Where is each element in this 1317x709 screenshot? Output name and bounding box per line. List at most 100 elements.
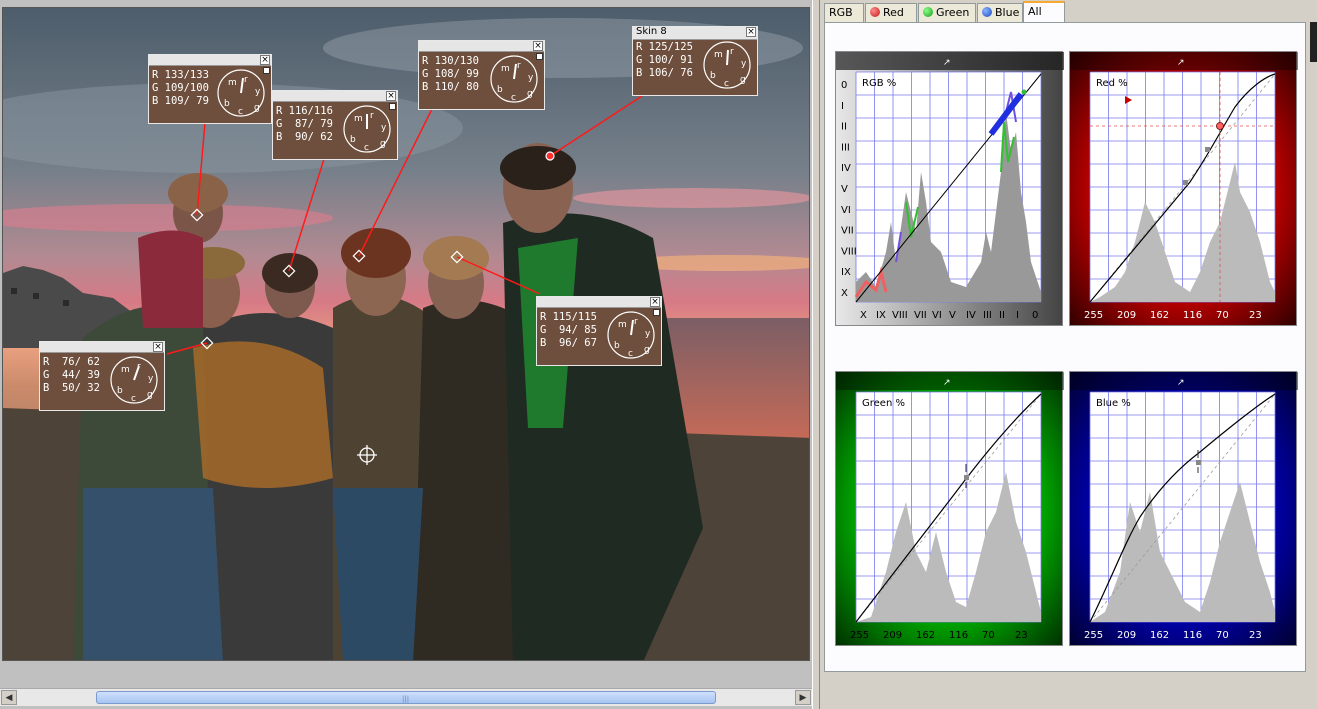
hue-dial-icon: mryg cb xyxy=(343,105,391,153)
roman-tick-label: I xyxy=(841,101,844,112)
tab-red[interactable]: Red xyxy=(865,3,917,23)
svg-text:g: g xyxy=(147,390,153,400)
tab-label: Green xyxy=(936,6,970,19)
green-dot-icon xyxy=(923,7,933,17)
sample-titlebar[interactable]: × xyxy=(40,342,164,353)
svg-text:m: m xyxy=(714,50,723,60)
color-sample-box[interactable]: Skin 8 × R 125/125 G 100/ 91 B 106/ 76 mr… xyxy=(632,26,758,96)
axis-tick-label: 255 xyxy=(1084,310,1103,321)
svg-text:c: c xyxy=(628,349,633,359)
svg-text:r: r xyxy=(517,61,521,71)
svg-text:c: c xyxy=(364,143,369,153)
tab-rgb[interactable]: RGB xyxy=(824,3,864,23)
color-sample-box[interactable]: × R 76/ 62 G 44/ 39 B 50/ 32 mrygcb xyxy=(39,341,165,411)
pin-icon[interactable] xyxy=(653,309,660,316)
color-sample-box[interactable]: × R 133/133 G 109/100 B 109/ 79 mrygcb xyxy=(148,54,272,124)
roman-tick-label: I xyxy=(1016,310,1019,321)
axis-tick-label: 209 xyxy=(883,630,902,641)
sample-blue-value: B 50/ 32 xyxy=(43,382,100,394)
svg-text:r: r xyxy=(634,317,638,327)
svg-text:y: y xyxy=(148,374,154,384)
blue-panel-label: Blue % xyxy=(1096,398,1131,409)
svg-text:c: c xyxy=(511,93,516,103)
roman-tick-label: VIII xyxy=(841,246,857,257)
svg-text:m: m xyxy=(501,64,510,74)
sample-titlebar[interactable]: × xyxy=(537,297,661,308)
red-panel-label: Red % xyxy=(1096,78,1128,89)
tab-all[interactable]: All xyxy=(1023,1,1065,24)
grip-icon: ||| xyxy=(402,695,410,703)
sample-titlebar[interactable]: × xyxy=(419,41,544,52)
svg-text:y: y xyxy=(255,87,261,97)
svg-text:r: r xyxy=(244,75,248,85)
scroll-left-arrow-icon[interactable]: ◀ xyxy=(1,690,17,705)
close-icon[interactable]: × xyxy=(533,41,543,51)
svg-text:↗: ↗ xyxy=(1177,58,1185,68)
svg-text:b: b xyxy=(350,135,356,145)
scroll-right-arrow-icon[interactable]: ▶ xyxy=(795,690,811,705)
tab-label: RGB xyxy=(829,6,853,19)
svg-text:y: y xyxy=(381,123,387,133)
panel-splitter[interactable] xyxy=(812,0,820,709)
sample-titlebar[interactable]: × xyxy=(273,91,397,102)
close-icon[interactable]: × xyxy=(386,91,396,101)
sample-blue-value: B 110/ 80 xyxy=(422,81,479,93)
close-icon[interactable]: × xyxy=(260,55,270,65)
axis-tick-label: 23 xyxy=(1015,630,1028,641)
color-sample-box[interactable]: × R 130/130 G 108/ 99 B 110/ 80 mrygcb xyxy=(418,40,545,110)
sample-titlebar[interactable]: × xyxy=(149,55,271,66)
tab-blue[interactable]: Blue xyxy=(977,3,1023,23)
sample-title: Skin 8 xyxy=(636,26,667,37)
pin-icon[interactable] xyxy=(536,53,543,60)
sample-blue-value: B 96/ 67 xyxy=(540,337,597,349)
hue-dial-icon: mryg cb xyxy=(217,69,265,117)
hue-dial-icon: mryg cb xyxy=(607,311,655,359)
roman-tick-label: III xyxy=(841,142,850,153)
scrollbar-thumb[interactable]: ||| xyxy=(96,691,716,704)
axis-tick-label: 255 xyxy=(1084,630,1103,641)
color-sample-box[interactable]: × R 115/115 G 94/ 85 B 96/ 67 mrygcb xyxy=(536,296,662,366)
roman-tick-label: VII xyxy=(841,226,854,237)
svg-text:↗: ↗ xyxy=(943,58,951,68)
roman-tick-label: VII xyxy=(914,310,927,321)
sample-titlebar[interactable]: Skin 8 × xyxy=(633,26,757,40)
pin-icon[interactable] xyxy=(389,103,396,110)
blue-curve-panel: ↗ Blue % 255 209 162 116 70 23 xyxy=(1069,371,1298,646)
curves-panel: RGB Red Green Blue All ↗ 0 I II III IV V… xyxy=(820,0,1317,709)
red-dot-icon xyxy=(870,7,880,17)
roman-tick-label: 0 xyxy=(841,80,847,91)
svg-text:y: y xyxy=(741,59,747,69)
roman-tick-label: IV xyxy=(841,163,851,174)
roman-tick-label: VIII xyxy=(892,310,908,321)
close-icon[interactable]: × xyxy=(746,27,756,37)
tab-green[interactable]: Green xyxy=(918,3,976,23)
axis-tick-label: 162 xyxy=(916,630,935,641)
svg-text:r: r xyxy=(370,111,374,121)
axis-tick-label: 116 xyxy=(949,630,968,641)
svg-text:g: g xyxy=(380,139,386,149)
roman-tick-label: IX xyxy=(876,310,886,321)
horizontal-scrollbar[interactable]: ◀ ||| ▶ xyxy=(0,688,812,706)
color-sample-box[interactable]: × R 116/116 G 87/ 79 B 90/ 62 mrygcb xyxy=(272,90,398,160)
axis-tick-label: 209 xyxy=(1117,630,1136,641)
sunset-family-photo[interactable] xyxy=(2,7,810,661)
svg-text:b: b xyxy=(497,85,503,95)
axis-tick-label: 209 xyxy=(1117,310,1136,321)
axis-tick-label: 23 xyxy=(1249,630,1262,641)
hue-dial-icon: mryg cb xyxy=(490,55,538,103)
axis-tick-label: 162 xyxy=(1150,630,1169,641)
svg-text:g: g xyxy=(740,75,746,85)
rgb-panel-label: RGB % xyxy=(862,78,896,89)
image-viewport[interactable]: × R 133/133 G 109/100 B 109/ 79 mrygcb ×… xyxy=(0,0,812,709)
axis-tick-label: 116 xyxy=(1183,310,1202,321)
sample-blue-value: B 106/ 76 xyxy=(636,67,693,79)
close-icon[interactable]: × xyxy=(650,297,660,307)
close-icon[interactable]: × xyxy=(153,342,163,352)
green-panel-label: Green % xyxy=(862,398,905,409)
svg-text:b: b xyxy=(710,71,716,81)
pin-icon[interactable] xyxy=(263,67,270,74)
roman-tick-label: X xyxy=(841,288,848,299)
tab-page-all: ↗ 0 I II III IV V VI VII VIII IX X X IX VIII VII VI V IV… xyxy=(824,22,1306,672)
svg-text:b: b xyxy=(117,386,123,396)
roman-tick-label: X xyxy=(860,310,867,321)
